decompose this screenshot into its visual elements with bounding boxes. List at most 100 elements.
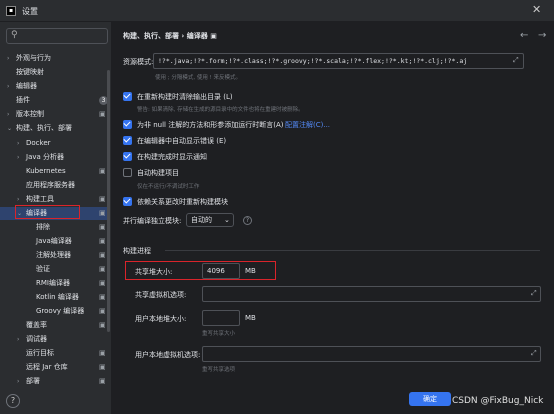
sidebar-item-label: 按键映射 (16, 68, 44, 76)
title-bar: ▪ 设置 ✕ (0, 0, 554, 22)
sidebar-item-label: Java 分析器 (26, 153, 65, 161)
shared-heap-size-input[interactable]: 4096 (202, 263, 240, 279)
auto-build-label: 自动构建项目 (137, 169, 179, 177)
build-notification-label: 在构建完成时显示通知 (137, 153, 207, 161)
auto-build-hint: 仅在不运行/不调试时工作 (137, 184, 200, 190)
search-input[interactable]: ⚲ (6, 28, 108, 44)
sidebar-item-badge: ▣ (99, 167, 106, 175)
sidebar-item-label: 外观与行为 (16, 54, 51, 62)
clear-output-hint: 警告: 如果清除, 存储在生成的源目录中的文件也将在重建时被删除。 (137, 107, 304, 113)
auto-show-errors-checkbox[interactable] (123, 136, 132, 145)
resource-pattern-label: 资源模式: (123, 58, 154, 66)
user-heap-size-input[interactable] (202, 310, 240, 326)
sidebar-item[interactable]: › 外观与行为 (7, 52, 107, 65)
sidebar-item[interactable]: 验证 ▣ (27, 263, 107, 276)
shared-vm-options-input[interactable] (202, 286, 541, 302)
expand-icon[interactable]: ⤢ (531, 289, 537, 298)
shared-vm-options-label: 共享虚拟机选项: (135, 291, 187, 299)
sidebar-item[interactable]: RMI编译器 ▣ (27, 277, 107, 290)
sidebar-item-label: 应用程序服务器 (26, 181, 75, 189)
shared-heap-size-label: 共享堆大小: (135, 268, 173, 276)
sidebar-item-label: 编辑器 (16, 82, 37, 90)
sidebar-item[interactable]: › 编辑器 (7, 80, 107, 93)
ok-button[interactable]: 确定 (409, 392, 451, 406)
sidebar-scrollbar[interactable] (107, 70, 110, 332)
chevron-icon: › (17, 154, 20, 161)
sidebar-item[interactable]: › 构建工具 ▣ (17, 193, 107, 206)
chevron-icon: ⌄ (17, 210, 23, 217)
expand-icon[interactable]: ⤢ (513, 56, 519, 65)
expand-icon[interactable]: ⤢ (531, 349, 537, 358)
sidebar-item[interactable]: › Docker (17, 137, 107, 150)
sidebar-item[interactable]: › Java 分析器 (17, 151, 107, 164)
back-icon[interactable]: ← (520, 30, 528, 41)
sidebar-item-label: 注解处理器 (36, 251, 71, 259)
help-icon[interactable]: ? (243, 216, 252, 225)
user-vm-options-label: 用户本地虚拟机选项: (135, 351, 201, 359)
sidebar-item[interactable]: 排除 ▣ (27, 221, 107, 234)
settings-sidebar: ⚲ › 外观与行为 按键映射 › 编辑器 插件 3 › 版本控制 ▣ ⌄ 构建、执行、部署 › Docke… (0, 22, 112, 414)
sidebar-item[interactable]: Java编译器 ▣ (27, 235, 107, 248)
sidebar-item-badge: ▣ (99, 363, 106, 371)
sidebar-item[interactable]: › 调试器 (17, 333, 107, 346)
sidebar-item-badge: ▣ (99, 209, 106, 217)
sidebar-item-label: 构建、执行、部署 (16, 124, 72, 132)
sidebar-item-label: 插件 (16, 96, 30, 104)
close-icon[interactable]: ✕ (532, 3, 541, 16)
sidebar-item-badge: ▣ (99, 279, 106, 287)
sidebar-item[interactable]: Groovy 编译器 ▣ (27, 305, 107, 318)
help-button[interactable]: ? (6, 394, 20, 408)
sidebar-item-label: 调试器 (26, 335, 47, 343)
resource-pattern-input[interactable]: !?*.java;!?*.form;!?*.class;!?*.groovy;!… (153, 53, 524, 69)
sidebar-item[interactable]: ⌄ 编译器 ▣ (17, 207, 107, 220)
user-vm-options-input[interactable] (202, 346, 541, 362)
sidebar-item-label: 版本控制 (16, 110, 44, 118)
sidebar-item[interactable]: ⌄ 构建、执行、部署 (7, 122, 107, 135)
not-null-assertions-checkbox[interactable] (123, 120, 132, 129)
sidebar-item[interactable]: 按键映射 (7, 66, 107, 79)
sidebar-item-badge: ▣ (99, 349, 106, 357)
sidebar-item-badge: ▣ (99, 321, 106, 329)
sidebar-item-label: 远程 Jar 仓库 (26, 363, 68, 371)
sidebar-item[interactable]: › 部署 ▣ (17, 375, 107, 388)
build-notification-checkbox[interactable] (123, 152, 132, 161)
sidebar-item-label: Java编译器 (36, 237, 72, 245)
sidebar-item-badge: ▣ (99, 110, 106, 118)
sidebar-item-badge: ▣ (99, 377, 106, 385)
shared-heap-size-unit: MB (245, 267, 256, 275)
parallel-compile-label: 并行编译独立模块: (123, 217, 182, 225)
sidebar-item-label: RMI编译器 (36, 279, 70, 287)
sidebar-item-label: 编译器 (26, 209, 47, 217)
sidebar-item[interactable]: 远程 Jar 仓库 ▣ (17, 361, 107, 374)
chevron-icon: › (7, 111, 10, 118)
parallel-compile-value: 自动的 (191, 216, 212, 224)
section-divider (165, 250, 540, 251)
sidebar-item[interactable]: Kubernetes ▣ (17, 165, 107, 178)
build-process-section-title: 构建进程 (123, 247, 151, 255)
sidebar-item[interactable]: 覆盖率 ▣ (17, 319, 107, 332)
rebuild-on-dependency-checkbox[interactable] (123, 197, 132, 206)
sidebar-item-badge: ▣ (99, 237, 106, 245)
search-icon: ⚲ (11, 30, 18, 40)
sidebar-item[interactable]: 插件 3 (7, 94, 108, 107)
sidebar-item[interactable]: 应用程序服务器 (17, 179, 107, 192)
forward-icon[interactable]: → (538, 30, 546, 41)
chevron-icon: › (7, 83, 10, 90)
sidebar-item[interactable]: Kotlin 编译器 ▣ (27, 291, 107, 304)
sidebar-item[interactable]: 注解处理器 ▣ (27, 249, 107, 262)
parallel-compile-dropdown[interactable]: 自动的 ⌄ (186, 213, 234, 227)
sidebar-item[interactable]: 运行目标 ▣ (17, 347, 107, 360)
auto-build-checkbox[interactable] (123, 168, 132, 177)
breadcrumb: 构建、执行、部署 › 编译器 ▣ (123, 32, 217, 40)
sidebar-item-badge: ▣ (99, 195, 106, 203)
clear-output-checkbox[interactable] (123, 92, 132, 101)
not-null-assertions-label: 为非 null 注解的方法和形参添加运行时断言(A) (137, 121, 284, 129)
chevron-icon: ⌄ (7, 125, 13, 132)
sidebar-item-badge: ▣ (99, 293, 106, 301)
sidebar-item[interactable]: › 版本控制 ▣ (7, 108, 107, 121)
sidebar-item-badge: ▣ (99, 265, 106, 273)
resource-hint: 使用 ; 分隔模式, 使用 ! 来反模式。 (155, 75, 242, 81)
chevron-down-icon: ⌄ (224, 216, 230, 224)
configure-annotations-link[interactable]: 配置注解(C)... (285, 120, 330, 130)
chevron-icon: › (17, 140, 20, 147)
